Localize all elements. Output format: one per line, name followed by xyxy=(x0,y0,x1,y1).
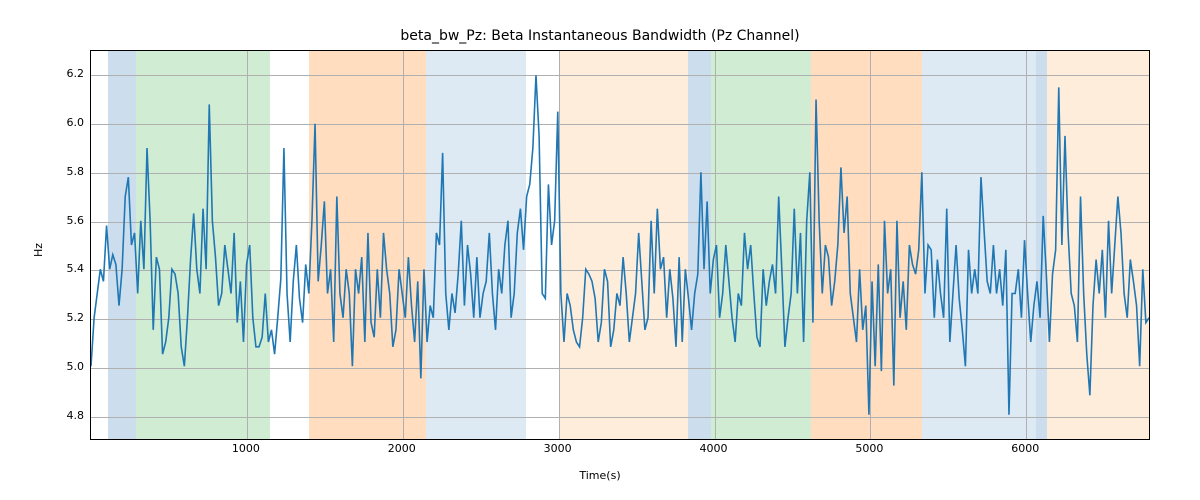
chart-figure: beta_bw_Pz: Beta Instantaneous Bandwidth… xyxy=(0,0,1200,500)
y-tick-label: 5.8 xyxy=(50,165,84,178)
x-axis-label: Time(s) xyxy=(0,469,1200,482)
chart-title: beta_bw_Pz: Beta Instantaneous Bandwidth… xyxy=(0,28,1200,44)
x-tick-label: 6000 xyxy=(995,442,1055,455)
data-line xyxy=(91,75,1149,415)
x-tick-label: 3000 xyxy=(528,442,588,455)
y-axis-label: Hz xyxy=(32,0,45,500)
x-tick-label: 2000 xyxy=(372,442,432,455)
y-tick-label: 6.0 xyxy=(50,116,84,129)
y-tick-label: 5.2 xyxy=(50,311,84,324)
y-tick-label: 5.4 xyxy=(50,262,84,275)
y-tick-label: 5.0 xyxy=(50,360,84,373)
x-tick-label: 1000 xyxy=(216,442,276,455)
x-tick-label: 4000 xyxy=(684,442,744,455)
line-layer xyxy=(91,51,1149,439)
plot-area xyxy=(90,50,1150,440)
y-tick-label: 6.2 xyxy=(50,67,84,80)
y-tick-label: 4.8 xyxy=(50,409,84,422)
y-tick-label: 5.6 xyxy=(50,214,84,227)
x-tick-label: 5000 xyxy=(839,442,899,455)
